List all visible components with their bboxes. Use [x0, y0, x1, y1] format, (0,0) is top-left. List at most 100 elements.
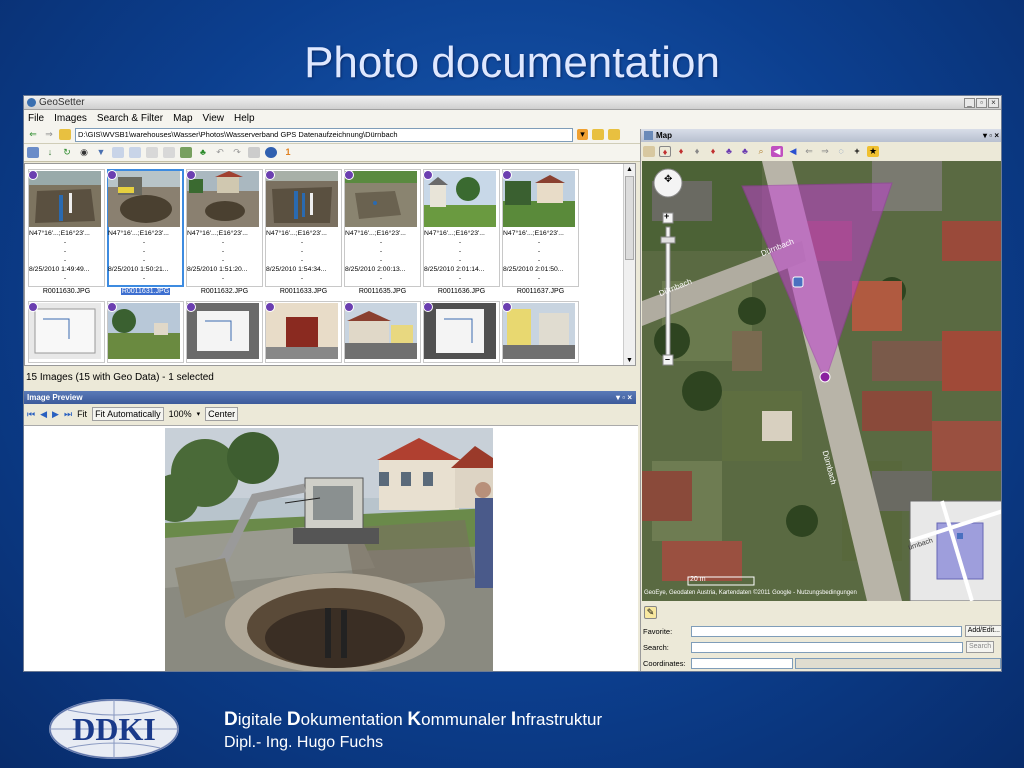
- next-image-icon[interactable]: ▶: [52, 409, 59, 420]
- scroll-down-icon[interactable]: ▼: [625, 357, 634, 365]
- direction-icon[interactable]: ◀: [771, 145, 783, 157]
- menu-help[interactable]: Help: [234, 113, 255, 124]
- thumbnail-item[interactable]: [106, 301, 185, 363]
- folder-up-icon[interactable]: [59, 129, 71, 140]
- thumbnail-item[interactable]: [27, 301, 106, 363]
- thumbnail-item[interactable]: N47°16'...;E16°23'... --- 8/25/2010 2:00…: [343, 169, 422, 296]
- thumbnail-image: [187, 303, 259, 359]
- thumbnail-item[interactable]: N47°16'...;E16°23'... --- 8/25/2010 1:51…: [185, 169, 264, 296]
- redo-icon[interactable]: ↷: [231, 147, 243, 158]
- thumbnail-coords: N47°16'...;E16°23'...: [424, 230, 485, 237]
- favorites-folder-icon[interactable]: [608, 129, 620, 140]
- menu-images[interactable]: Images: [54, 113, 87, 124]
- scroll-thumb[interactable]: [625, 176, 634, 260]
- thumbnail-item[interactable]: [422, 301, 501, 363]
- pan-control-icon[interactable]: ✥: [664, 174, 672, 185]
- brand-letter: D: [224, 709, 238, 730]
- view-direction-icon[interactable]: ◀: [787, 146, 799, 157]
- thumbnail-image: [345, 303, 417, 359]
- close-button[interactable]: ×: [988, 97, 999, 108]
- thumbnail-item[interactable]: N47°16'...;E16°23'... --- 8/25/2010 1:49…: [27, 169, 106, 296]
- folder-path-input[interactable]: D:\GIS\WVSB1\warehouses\Wasser\Photos\Wa…: [75, 127, 573, 142]
- next-view-icon[interactable]: ⇒: [819, 146, 831, 157]
- first-image-icon[interactable]: ⏮: [27, 409, 35, 420]
- set-position-icon[interactable]: ♦: [675, 146, 687, 157]
- favorite-select[interactable]: [690, 625, 962, 637]
- menu-search-filter[interactable]: Search & Filter: [97, 113, 163, 124]
- previous-view-icon[interactable]: ⇐: [803, 146, 815, 157]
- zoom-out-icon[interactable]: –: [665, 354, 670, 364]
- scroll-up-icon[interactable]: ▲: [625, 166, 634, 174]
- menu-map[interactable]: Map: [173, 113, 192, 124]
- zoom-dropdown-icon[interactable]: ▾: [197, 410, 201, 418]
- map-marker-icon[interactable]: ♦: [659, 145, 671, 157]
- footer-brand: Digitale Dokumentation Kommunaler Infras…: [224, 709, 602, 731]
- menu-file[interactable]: File: [28, 113, 44, 124]
- thumbnail-image: [266, 171, 338, 227]
- center-button[interactable]: Center: [205, 407, 239, 421]
- browse-folder-icon[interactable]: [592, 129, 604, 140]
- geo-tag-icon: [107, 302, 117, 312]
- track-icon[interactable]: ♣: [739, 146, 751, 157]
- add-edit-button[interactable]: Add/Edit...: [964, 625, 1001, 637]
- save-icon[interactable]: [248, 147, 260, 158]
- satellite-map[interactable]: ✥ + – Dürnbach Dürnbach Dürnbach ürnbach…: [642, 161, 1001, 601]
- sort-icon[interactable]: ↓: [44, 147, 56, 158]
- thumbnail-item[interactable]: [264, 301, 343, 363]
- sync-gps-icon[interactable]: [180, 147, 192, 158]
- refresh-icon[interactable]: ↻: [61, 147, 73, 158]
- map-search-input[interactable]: [691, 641, 963, 653]
- undo-icon[interactable]: ↶: [214, 147, 226, 158]
- crosshair-icon[interactable]: +: [851, 146, 863, 157]
- comment-icon[interactable]: ◌: [835, 146, 847, 157]
- minimize-button[interactable]: _: [964, 97, 975, 108]
- coordinates-display: [795, 657, 1001, 669]
- thumbnail-item[interactable]: N47°16'...;E16°23'... --- 8/25/2010 2:01…: [422, 169, 501, 296]
- forward-arrow-icon[interactable]: ⇒: [43, 129, 55, 140]
- map-search-button[interactable]: Search: [966, 641, 995, 653]
- thumbnail-item[interactable]: [343, 301, 422, 363]
- tree-icon[interactable]: ♣: [197, 147, 209, 158]
- thumbnail-item[interactable]: N47°16'...;E16°23'... --- 8/25/2010 1:54…: [264, 169, 343, 296]
- thumbnail-scrollbar[interactable]: ▲ ▼: [623, 164, 635, 365]
- search-map-icon[interactable]: ⌕: [755, 146, 767, 157]
- remove-position-icon[interactable]: ♦: [691, 146, 703, 157]
- edit-pencil-icon[interactable]: ✎: [644, 606, 657, 619]
- thumbnail-date: 8/25/2010 2:01:50...: [503, 266, 564, 273]
- thumbnail-item[interactable]: N47°16'...;E16°23'... --- 8/25/2010 2:01…: [501, 169, 580, 296]
- map-panel-controls-icon[interactable]: ▾ ▫ ×: [983, 129, 1001, 142]
- paste-data-icon[interactable]: [146, 147, 158, 158]
- thumbnail-item-selected[interactable]: N47°16'...;E16°23'... --- 8/25/2010 1:50…: [106, 169, 185, 296]
- prev-image-icon[interactable]: ◀: [40, 409, 47, 420]
- globe-icon[interactable]: [265, 147, 277, 158]
- multi-marker-icon[interactable]: ♣: [723, 146, 735, 157]
- last-image-icon[interactable]: ⏭: [64, 409, 72, 420]
- copy-data-icon[interactable]: [129, 147, 141, 158]
- templates-icon[interactable]: [163, 147, 175, 158]
- fit-label[interactable]: Fit: [77, 409, 87, 419]
- path-dropdown-icon[interactable]: ▾: [577, 129, 588, 140]
- filter-icon[interactable]: ▼: [95, 147, 107, 158]
- map-type-icon[interactable]: [643, 145, 655, 157]
- favorite-star-icon[interactable]: ★: [867, 145, 879, 157]
- thumbnail-item[interactable]: [501, 301, 580, 363]
- menu-view[interactable]: View: [203, 113, 225, 124]
- zoom-select[interactable]: 100%: [169, 409, 192, 419]
- thumbnail-coords: N47°16'...;E16°23'...: [266, 230, 327, 237]
- view-mode-icon[interactable]: [27, 147, 39, 158]
- info-icon[interactable]: 1: [282, 147, 294, 158]
- thumbnail-coords: N47°16'...;E16°23'...: [345, 230, 406, 237]
- position-marker-icon[interactable]: ♦: [707, 146, 719, 157]
- back-arrow-icon[interactable]: ⇐: [27, 129, 39, 140]
- geosetter-window: GeoSetter _ ▫ × File Images Search & Fil…: [23, 95, 1002, 672]
- preview-panel-header: Image Preview ▾ ▫ ×: [24, 391, 636, 404]
- binoculars-icon[interactable]: ◉: [78, 147, 90, 158]
- restore-button[interactable]: ▫: [976, 97, 987, 108]
- fit-mode-button[interactable]: Fit Automatically: [92, 407, 164, 421]
- thumbnail-item[interactable]: [185, 301, 264, 363]
- coordinates-input[interactable]: [691, 657, 793, 669]
- panel-controls-icon[interactable]: ▾ ▫ ×: [616, 391, 632, 404]
- edit-data-icon[interactable]: [112, 147, 124, 158]
- zoom-in-icon[interactable]: +: [664, 211, 669, 221]
- brand-word: nfrastruktur: [516, 710, 603, 729]
